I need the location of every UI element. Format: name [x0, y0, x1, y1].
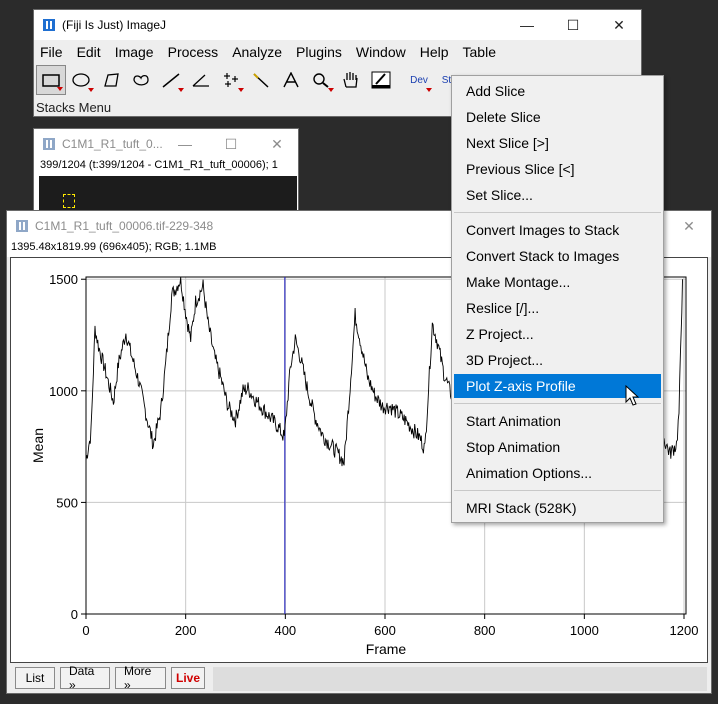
live-button[interactable]: Live [171, 667, 205, 689]
stacks-menu: Add Slice Delete Slice Next Slice [>] Pr… [451, 75, 664, 523]
wand-icon [253, 73, 269, 88]
menu-item-next-slice[interactable]: Next Slice [>] [454, 131, 661, 155]
list-button[interactable]: List [15, 667, 55, 689]
rectangle-icon [42, 74, 60, 87]
titlebar[interactable]: (Fiji Is Just) ImageJ — ☐ ✕ [34, 10, 641, 40]
dropper-icon [371, 71, 391, 89]
x-tick-label: 0 [82, 623, 89, 638]
y-axis-label: Mean [30, 428, 46, 463]
polygon-icon [104, 73, 119, 87]
text-icon [283, 72, 299, 88]
menu-item-mri-stack[interactable]: MRI Stack (528K) [454, 496, 661, 520]
menu-item-stop-animation[interactable]: Stop Animation [454, 435, 661, 459]
menu-item-add-slice[interactable]: Add Slice [454, 79, 661, 103]
window-title: C1M1_R1_tuft_0... [62, 137, 163, 151]
magnifier-icon [313, 73, 329, 88]
menu-item-make-montage[interactable]: Make Montage... [454, 270, 661, 294]
menu-image[interactable]: Image [115, 44, 154, 60]
plot-buttons: List Data » More » Live [15, 664, 205, 692]
oval-icon [72, 73, 90, 87]
menu-help[interactable]: Help [420, 44, 449, 60]
text-tool[interactable] [276, 65, 306, 95]
menu-separator [454, 490, 661, 491]
menu-analyze[interactable]: Analyze [232, 44, 282, 60]
y-tick-label: 1500 [49, 272, 78, 287]
stack-image-window: C1M1_R1_tuft_0... — ☐ ✕ 399/1204 (t:399/… [33, 128, 299, 219]
close-icon[interactable]: ✕ [596, 10, 642, 40]
hand-tool[interactable] [336, 65, 366, 95]
hand-icon [343, 72, 358, 88]
close-icon[interactable]: ✕ [666, 211, 712, 241]
menu-item-set-slice[interactable]: Set Slice... [454, 183, 661, 207]
line-icon [162, 73, 180, 88]
minimize-icon[interactable]: — [162, 129, 208, 159]
line-tool[interactable] [156, 65, 186, 95]
menu-process[interactable]: Process [168, 44, 219, 60]
magnifier-tool[interactable] [306, 65, 336, 95]
menu-item-convert-images-to-stack[interactable]: Convert Images to Stack [454, 218, 661, 242]
x-tick-label: 600 [374, 623, 396, 638]
angle-tool[interactable] [186, 65, 216, 95]
maximize-icon[interactable]: ☐ [550, 10, 596, 40]
window-title: (Fiji Is Just) ImageJ [62, 18, 167, 32]
y-tick-label: 500 [56, 495, 78, 510]
x-tick-label: 800 [474, 623, 496, 638]
more-button[interactable]: More » [115, 664, 166, 692]
polygon-tool[interactable] [96, 65, 126, 95]
x-axis-label: Frame [366, 641, 407, 657]
menu-item-start-animation[interactable]: Start Animation [454, 409, 661, 433]
x-tick-label: 1200 [670, 623, 699, 638]
menu-window[interactable]: Window [356, 44, 406, 60]
menu-separator [454, 212, 661, 213]
close-icon[interactable]: ✕ [254, 129, 300, 159]
menu-item-3d-project[interactable]: 3D Project... [454, 348, 661, 372]
dev-tool[interactable]: Dev [404, 65, 434, 95]
wand-tool[interactable] [246, 65, 276, 95]
freehand-icon [133, 74, 149, 86]
menu-item-previous-slice[interactable]: Previous Slice [<] [454, 157, 661, 181]
point-tool[interactable] [216, 65, 246, 95]
menu-item-convert-stack-to-images[interactable]: Convert Stack to Images [454, 244, 661, 268]
color-picker-tool[interactable] [366, 65, 396, 95]
minimize-icon[interactable]: — [504, 10, 550, 40]
fiji-icon [15, 219, 29, 233]
oval-tool[interactable] [66, 65, 96, 95]
x-tick-label: 400 [274, 623, 296, 638]
maximize-icon[interactable]: ☐ [208, 129, 254, 159]
menu-table[interactable]: Table [463, 44, 496, 60]
menu-item-delete-slice[interactable]: Delete Slice [454, 105, 661, 129]
menu-plugins[interactable]: Plugins [296, 44, 342, 60]
mouse-cursor-icon [625, 385, 639, 406]
y-tick-label: 0 [71, 607, 78, 622]
fiji-icon [42, 137, 56, 151]
menu-item-reslice[interactable]: Reslice [/]... [454, 296, 661, 320]
image-info: 399/1204 (t:399/1204 - C1M1_R1_tuft_0000… [40, 159, 278, 171]
menu-file[interactable]: File [40, 44, 63, 60]
fiji-icon [42, 18, 56, 32]
rectangle-tool[interactable] [36, 65, 66, 95]
titlebar[interactable]: C1M1_R1_tuft_0... — ☐ ✕ [34, 129, 298, 159]
menubar: File Edit Image Process Analyze Plugins … [34, 40, 641, 64]
x-tick-label: 1000 [570, 623, 599, 638]
freehand-tool[interactable] [126, 65, 156, 95]
window-title: C1M1_R1_tuft_00006.tif-229-348 [35, 219, 214, 233]
menu-edit[interactable]: Edit [77, 44, 101, 60]
roi-rectangle[interactable] [63, 194, 75, 208]
y-tick-label: 1000 [49, 384, 78, 399]
data-button[interactable]: Data » [60, 664, 110, 692]
menu-item-animation-options[interactable]: Animation Options... [454, 461, 661, 485]
multipoint-icon [224, 73, 238, 87]
x-tick-label: 200 [175, 623, 197, 638]
angle-icon [192, 74, 209, 87]
menu-item-z-project[interactable]: Z Project... [454, 322, 661, 346]
button-bar-filler [213, 667, 707, 691]
